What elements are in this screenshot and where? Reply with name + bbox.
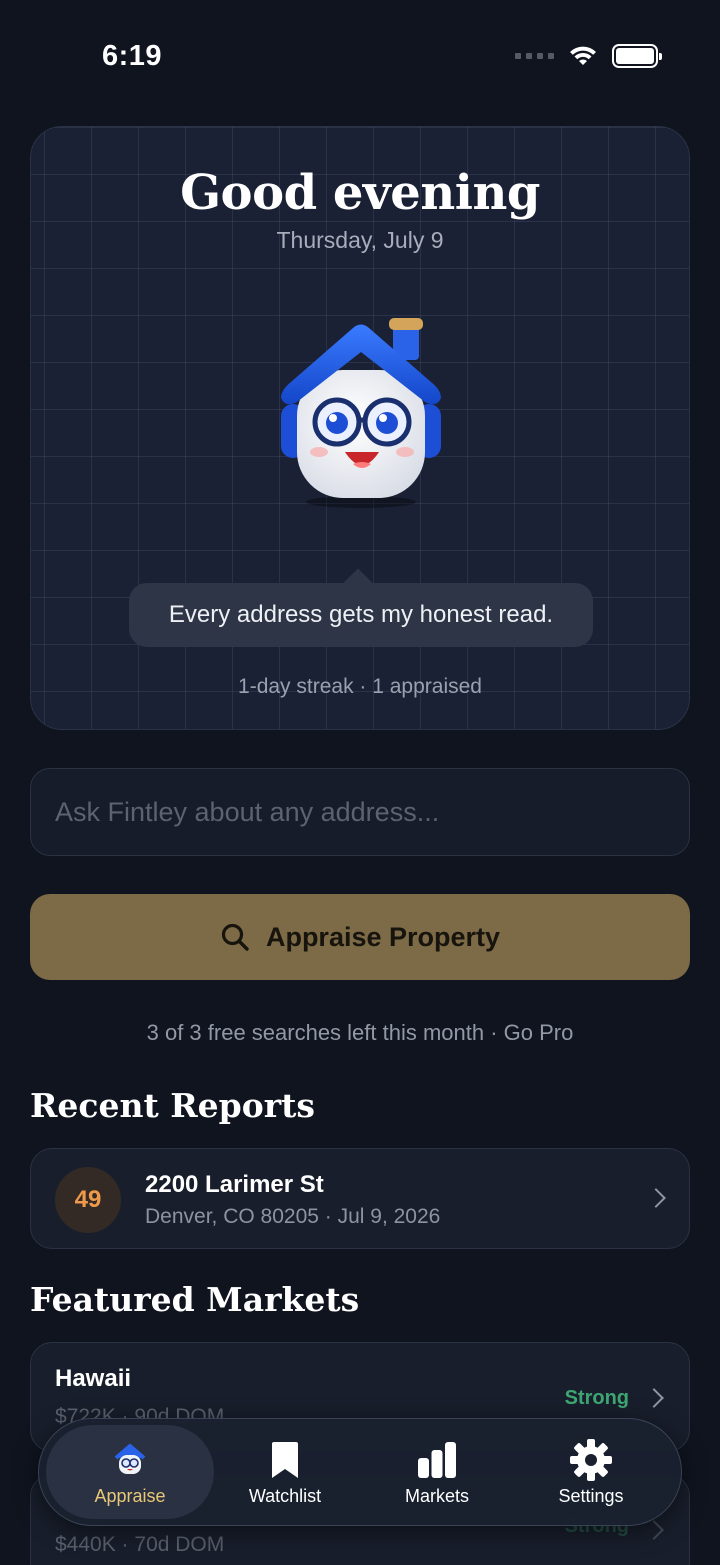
- bar-chart-icon: [418, 1441, 456, 1478]
- free-searches-note[interactable]: 3 of 3 free searches left this month · G…: [0, 1020, 720, 1046]
- speech-bubble: Every address gets my honest read.: [129, 568, 593, 647]
- greeting-title: Good evening: [180, 165, 540, 221]
- status-time: 6:19: [102, 40, 163, 72]
- chevron-right-icon: [644, 1520, 664, 1540]
- appraise-property-label: Appraise Property: [265, 921, 501, 952]
- appraise-property-button[interactable]: Appraise Property: [30, 894, 690, 980]
- tab-appraise-label: Appraise: [94, 1485, 166, 1506]
- wifi-icon: [570, 46, 596, 65]
- tab-bar: Appraise Watchlist Markets Settings: [38, 1418, 682, 1526]
- gear-icon: [570, 1438, 612, 1481]
- bookmark-icon: [272, 1441, 298, 1478]
- tab-markets-label: Markets: [404, 1485, 469, 1506]
- tab-watchlist-label: Watchlist: [248, 1485, 322, 1506]
- mascot-icon: [114, 1443, 146, 1474]
- market-name: Hawaii: [55, 1365, 132, 1392]
- market-stats: $440K · 70d DOM: [55, 1533, 225, 1556]
- house-mascot-icon[interactable]: [261, 312, 461, 512]
- ask-input[interactable]: [31, 769, 689, 855]
- report-location-date: Denver, CO 80205 · Jul 9, 2026: [145, 1205, 441, 1228]
- status-indicators: [515, 44, 662, 68]
- streak-text: 1-day streak · 1 appraised: [238, 675, 482, 698]
- chevron-right-icon: [644, 1388, 664, 1408]
- tab-appraise[interactable]: Appraise: [46, 1425, 214, 1519]
- market-status-badge: Strong: [564, 1387, 629, 1409]
- report-address: 2200 Larimer St: [145, 1171, 324, 1198]
- chevron-right-icon: [646, 1188, 666, 1208]
- report-row[interactable]: 49 2200 Larimer St Denver, CO 80205 · Ju…: [30, 1148, 690, 1249]
- greeting-date: Thursday, July 9: [276, 227, 444, 253]
- cellular-dots-icon: [515, 53, 554, 59]
- search-icon: [221, 923, 249, 951]
- ask-field[interactable]: [30, 768, 690, 856]
- tab-watchlist[interactable]: Watchlist: [209, 1425, 361, 1519]
- recent-reports-heading: Recent Reports: [30, 1086, 315, 1125]
- featured-markets-heading: Featured Markets: [30, 1280, 360, 1319]
- tab-settings-label: Settings: [558, 1485, 624, 1506]
- greeting-card: Good evening Thursday, July 9 Every addr…: [30, 126, 690, 730]
- score-badge: 49: [55, 1167, 121, 1233]
- tab-settings[interactable]: Settings: [515, 1425, 667, 1519]
- speech-text: Every address gets my honest read.: [129, 583, 593, 647]
- tab-markets[interactable]: Markets: [361, 1425, 513, 1519]
- battery-icon: [612, 44, 662, 68]
